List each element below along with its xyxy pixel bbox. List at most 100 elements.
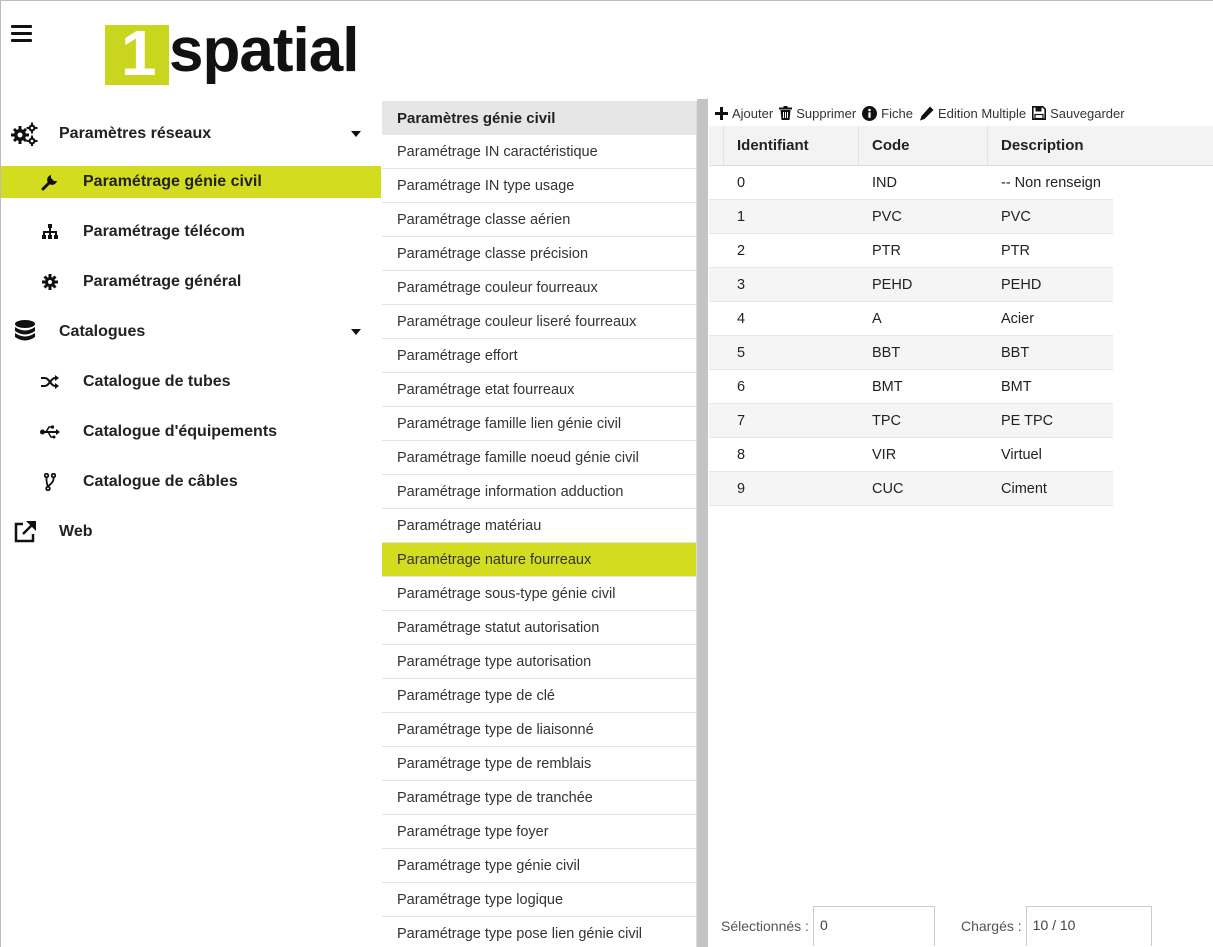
table-cell: VIR [872,446,897,463]
toolbar: Ajouter Supprimer Fiche Edition Multiple… [715,103,1131,123]
column-header-identifiant[interactable]: Identifiant [724,126,859,165]
table-cell: 1 [737,208,746,225]
table-row[interactable]: 5 BBT BBT [709,336,1113,370]
parameter-list-item[interactable]: Paramétrage type de liaisonné [382,713,696,747]
table-cell: 7 [737,412,746,429]
table-row[interactable]: 6 BMT BMT [709,370,1113,404]
sheet-button[interactable]: Fiche [862,105,913,121]
data-table: Identifiant Code Description 0 IND -- Non … [709,126,1213,506]
table-row-spacer [709,268,724,301]
table-row-spacer [709,472,724,505]
delete-button[interactable]: Supprimer [779,106,856,121]
sidebar-item-genie-civil[interactable]: Paramétrage génie civil [1,166,381,198]
sidebar-item-label: Paramétrage télécom [83,223,245,240]
parameter-list-item[interactable]: Paramétrage famille lien génie civil [382,407,696,441]
selected-count-value: 0 [812,906,935,946]
table-row-spacer [709,302,724,335]
save-button[interactable]: Sauvegarder [1032,106,1125,121]
table-row[interactable]: 2 PTR PTR [709,234,1113,268]
sidebar-item-catalogues[interactable]: Catalogues [1,307,381,357]
parameter-list-item[interactable]: Paramétrage effort [382,339,696,373]
parameter-list-item[interactable]: Paramétrage information adduction [382,475,696,509]
table-row[interactable]: 7 TPC PE TPC [709,404,1113,438]
gear-icon [35,274,65,290]
column-header-description[interactable]: Description [988,126,1213,165]
sidebar-item-label: Paramètres réseaux [59,125,212,142]
parameter-list-item[interactable]: Paramétrage matériau [382,509,696,543]
table-row[interactable]: 4 A Acier [709,302,1113,336]
parameter-list-item[interactable]: Paramétrage type logique [382,883,696,917]
sidebar: Paramètres réseaux Paramétrage génie civ… [1,111,381,557]
table-row[interactable]: 9 CUC Ciment [709,472,1113,506]
table-cell: BBT [872,344,901,361]
parameter-list-item[interactable]: Paramétrage type pose lien génie civil [382,917,696,947]
multi-edit-button[interactable]: Edition Multiple [919,106,1026,121]
parameter-list-item[interactable]: Paramétrage statut autorisation [382,611,696,645]
sidebar-item-general[interactable]: Paramétrage général [1,257,381,307]
table-cell: PE TPC [1001,412,1054,429]
parameter-list-scrollbar[interactable] [697,99,708,947]
delete-button-label: Supprimer [796,105,857,121]
add-button[interactable]: Ajouter [715,106,773,121]
table-row-spacer [709,234,724,267]
chevron-down-icon[interactable] [351,329,361,335]
parameter-list-title: Paramètres génie civil [382,101,696,135]
table-row[interactable]: 1 PVC PVC [709,200,1113,234]
random-icon [35,375,65,389]
brand-logo: 1 spatial [105,16,435,91]
table-row-spacer [709,404,724,437]
sidebar-item-parametres-reseaux[interactable]: Paramètres réseaux [1,111,381,157]
table-cell: PVC [872,208,902,225]
table-row[interactable]: 3 PEHD PEHD [709,268,1113,302]
table-row-spacer [709,166,724,199]
parameter-list-item[interactable]: Paramétrage type foyer [382,815,696,849]
parameter-list-item[interactable]: Paramétrage etat fourreaux [382,373,696,407]
table-row[interactable]: 8 VIR Virtuel [709,438,1113,472]
parameter-list-item[interactable]: Paramétrage sous-type génie civil [382,577,696,611]
sidebar-item-label: Catalogue d'équipements [83,423,278,440]
add-button-label: Ajouter [732,105,774,121]
parameter-list-item[interactable]: Paramétrage IN type usage [382,169,696,203]
parameter-list-item[interactable]: Paramétrage classe aérien [382,203,696,237]
parameter-list-item[interactable]: Paramétrage type de remblais [382,747,696,781]
parameter-list-item[interactable]: Paramétrage couleur fourreaux [382,271,696,305]
parameter-list-item[interactable]: Paramétrage IN caractéristique [382,135,696,169]
table-row[interactable]: 0 IND -- Non renseign [709,166,1113,200]
table-cell: CUC [872,480,904,497]
sidebar-item-catalogue-cables[interactable]: Catalogue de câbles [1,457,381,507]
parameter-list-item[interactable]: Paramétrage type autorisation [382,645,696,679]
table-body: 0 IND -- Non renseign 1 PVC PVC 2 PTR PTR 3 PEHD PE… [709,166,1213,506]
table-cell: BBT [1001,344,1030,361]
parameter-list-item[interactable]: Paramétrage couleur liseré fourreaux [382,305,696,339]
table-row-spacer [709,438,724,471]
sidebar-item-telecom[interactable]: Paramétrage télécom [1,207,381,257]
selected-count-label: Sélectionnés : [721,918,809,934]
chevron-down-icon[interactable] [351,131,361,137]
parameter-list-item[interactable]: Paramétrage classe précision [382,237,696,271]
parameter-list-item[interactable]: Paramétrage type de clé [382,679,696,713]
table-cell: -- Non renseign [1001,174,1101,191]
table-header: Identifiant Code Description [709,126,1213,166]
table-cell: PEHD [1001,276,1042,293]
sidebar-item-label: Catalogues [59,323,146,340]
sidebar-item-catalogue-tubes[interactable]: Catalogue de tubes [1,357,381,407]
column-header-code[interactable]: Code [859,126,988,165]
plus-icon [715,106,728,120]
loaded-count-label: Chargés : [960,918,1022,934]
external-link-icon [11,521,39,543]
wrench-icon [35,173,65,191]
sidebar-item-label: Web [59,523,93,540]
parameter-list-item[interactable]: Paramétrage famille noeud génie civil [382,441,696,475]
parameter-list-item[interactable]: Paramétrage nature fourreaux [382,543,696,577]
table-cell: Acier [1001,310,1035,327]
sidebar-item-catalogue-equipements[interactable]: Catalogue d'équipements [1,407,381,457]
table-cell: Virtuel [1001,446,1042,463]
info-circle-icon [862,105,878,121]
hamburger-menu-icon[interactable] [11,25,32,42]
sheet-button-label: Fiche [881,105,913,121]
parameter-list-item[interactable]: Paramétrage type de tranchée [382,781,696,815]
floppy-disk-icon [1032,106,1047,120]
table-cell: PTR [872,242,901,259]
parameter-list-item[interactable]: Paramétrage type génie civil [382,849,696,883]
sidebar-item-web[interactable]: Web [1,507,381,557]
